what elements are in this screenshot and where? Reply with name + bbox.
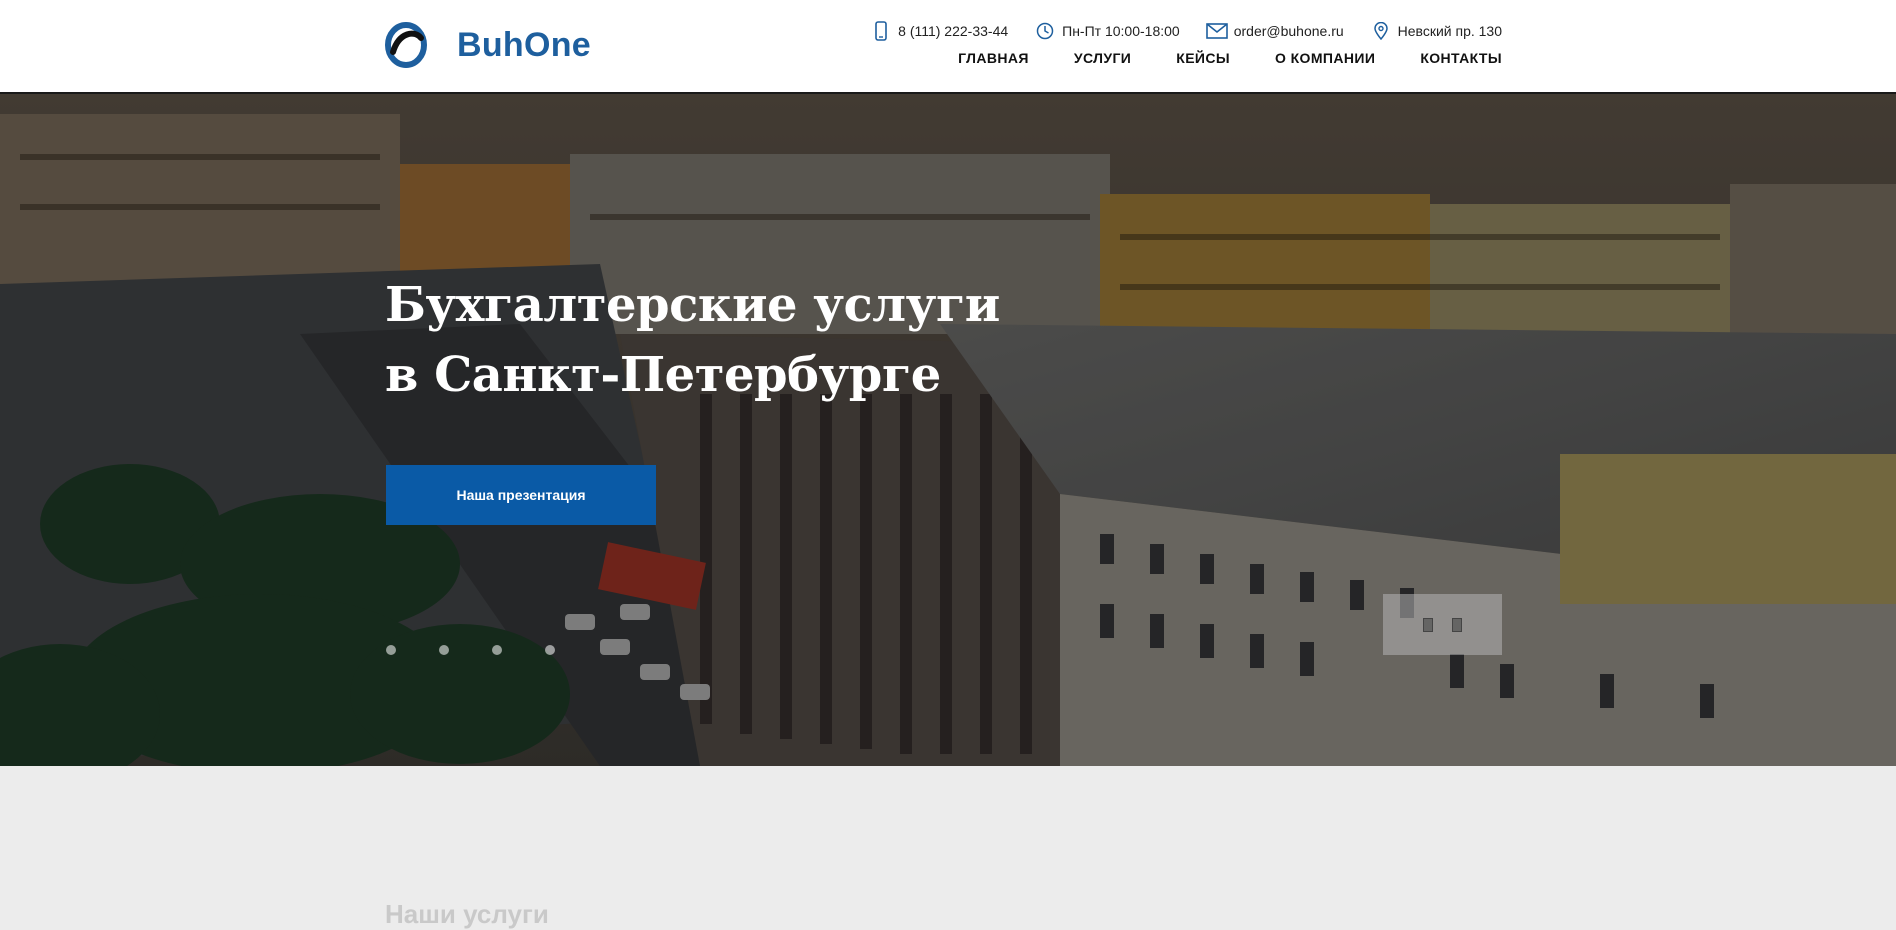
services-title: Наши услуги <box>385 899 549 929</box>
services-section: Наши услуги <box>0 766 1896 929</box>
contact-phone[interactable]: 8 (111) 222-33-44 <box>870 20 1008 42</box>
location-pin-icon <box>1370 20 1392 42</box>
hours-text: Пн-Пт 10:00-18:00 <box>1062 23 1180 39</box>
slider-controls <box>1383 594 1502 655</box>
main-nav: ГЛАВНАЯ УСЛУГИ КЕЙСЫ О КОМПАНИИ КОНТАКТЫ <box>913 50 1502 66</box>
phone-text: 8 (111) 222-33-44 <box>898 23 1009 39</box>
slider-dot-4[interactable] <box>545 645 555 655</box>
clock-icon <box>1034 20 1056 42</box>
header-contacts: 8 (111) 222-33-44 Пн-Пт 10:00-18:00 orde… <box>844 20 1502 42</box>
mail-icon <box>1205 20 1228 42</box>
phone-icon <box>870 20 892 42</box>
slider-dots <box>386 645 598 655</box>
nav-item-services[interactable]: УСЛУГИ <box>1074 50 1131 66</box>
logo-text: BuhOne <box>457 25 592 64</box>
contact-hours: Пн-Пт 10:00-18:00 <box>1034 20 1180 42</box>
address-text: Невский пр. 130 <box>1397 23 1502 39</box>
presentation-button[interactable]: Наша презентация <box>386 465 656 525</box>
site-header: BuhOne 8 (111) 222-33-44 Пн-Пт 10:00-18:… <box>0 0 1896 94</box>
contact-address[interactable]: Невский пр. 130 <box>1370 20 1502 42</box>
nav-item-contacts[interactable]: КОНТАКТЫ <box>1420 50 1502 66</box>
nav-item-home[interactable]: ГЛАВНАЯ <box>958 50 1029 66</box>
slider-prev-icon[interactable] <box>1422 617 1433 632</box>
hero-slider: Бухгалтерские услуги в Санкт-Петербурге … <box>0 94 1896 766</box>
email-text: order@buhone.ru <box>1233 23 1344 39</box>
hero-title: Бухгалтерские услуги в Санкт-Петербурге <box>385 277 1000 403</box>
logo-link[interactable]: BuhOne <box>385 22 591 68</box>
nav-item-about[interactable]: О КОМПАНИИ <box>1275 50 1375 66</box>
slider-dot-1[interactable] <box>386 645 396 655</box>
nav-item-cases[interactable]: КЕЙСЫ <box>1176 50 1230 66</box>
hero-overlay <box>0 94 1896 766</box>
slider-dot-3[interactable] <box>492 645 502 655</box>
contact-email[interactable]: order@buhone.ru <box>1205 20 1344 42</box>
slider-next-icon[interactable] <box>1452 617 1463 632</box>
logo-icon <box>385 22 427 68</box>
slider-dot-2[interactable] <box>439 645 449 655</box>
